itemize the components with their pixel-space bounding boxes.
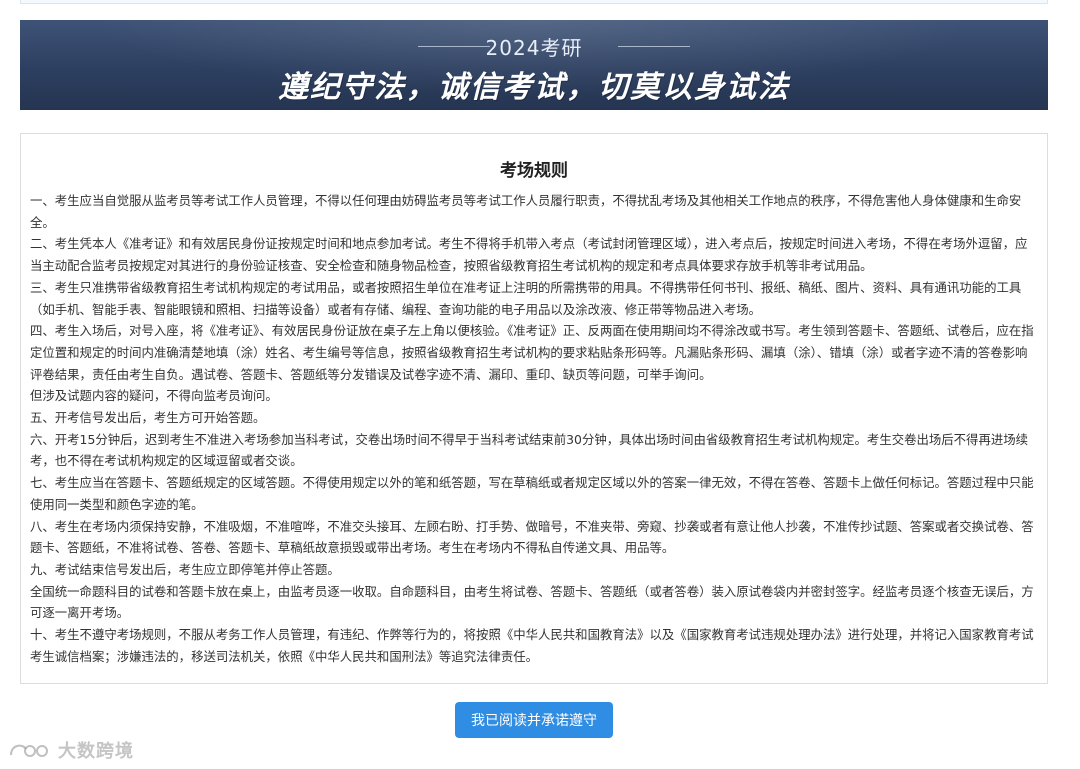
rule-item: 三、考生只准携带省级教育招生考试机构规定的考试用品，或者按照招生单位在准考证上注… <box>30 279 1022 317</box>
rules-title: 考场规则 <box>500 161 568 181</box>
rule-item: 七、考生应当在答题卡、答题纸规定的区域答题。不得使用规定以外的笔和纸答题，写在草… <box>30 475 1034 512</box>
rule-item: 一、考生应当自觉服从监考员等考试工作人员管理，不得以任何理由妨碍监考员等考试工作… <box>30 193 1022 230</box>
rule-item: 五、开考信号发出后，考生方可开始答题。 <box>30 410 266 426</box>
top-divider <box>20 0 1048 4</box>
watermark-text: 大数跨境 <box>58 741 134 762</box>
rules-list: 一、考生应当自觉服从监考员等考试工作人员管理，不得以任何理由妨碍监考员等考试工作… <box>30 190 1034 667</box>
exam-banner: 2024考研 遵纪守法，诚信考试，切莫以身试法 <box>20 20 1048 110</box>
rules-panel[interactable]: 考场规则 一、考生应当自觉服从监考员等考试工作人员管理，不得以任何理由妨碍监考员… <box>20 133 1048 684</box>
rule-item: 全国统一命题科目的试卷和答题卡放在桌上，由监考员逐一收取。自命题科目，由考生将试… <box>30 583 1034 621</box>
rule-item: 二、考生凭本人《准考证》和有效居民身份证按规定时间和地点参加考试。考生不得将手机… <box>30 236 1028 274</box>
rule-item: 但涉及试题内容的疑问，不得向监考员询问。 <box>30 388 278 404</box>
banner-line-right <box>618 46 690 47</box>
page: 2024考研 遵纪守法，诚信考试，切莫以身试法 考场规则 一、考生应当自觉服从监… <box>0 0 1080 769</box>
rule-item: 九、考试结束信号发出后，考生应立即停笔并停止答题。 <box>30 561 340 577</box>
agree-button[interactable]: 我已阅读并承诺遵守 <box>455 702 613 738</box>
rule-item: 六、开考15分钟后，迟到考生不准进入考场参加当科考试，交卷出场时间不得早于当科考… <box>30 431 1029 469</box>
rule-item: 八、考生在考场内须保持安静，不准吸烟，不准喧哗，不准交头接耳、左顾右盼、打手势、… <box>30 518 1034 556</box>
banner-slogan: 遵纪守法，诚信考试，切莫以身试法 <box>278 70 790 105</box>
rule-item: 十、考生不遵守考场规则，不服从考务工作人员管理，有违纪、作弊等行为的，将按照《中… <box>30 627 1034 664</box>
banner-subtitle: 2024考研 <box>485 36 583 60</box>
watermark: 大数跨境 <box>8 738 134 762</box>
rule-item: 四、考生入场后，对号入座，将《准考证》、有效居民身份证放在桌子左上角以便核验。《… <box>30 323 1034 382</box>
watermark-logo-icon <box>10 744 48 757</box>
